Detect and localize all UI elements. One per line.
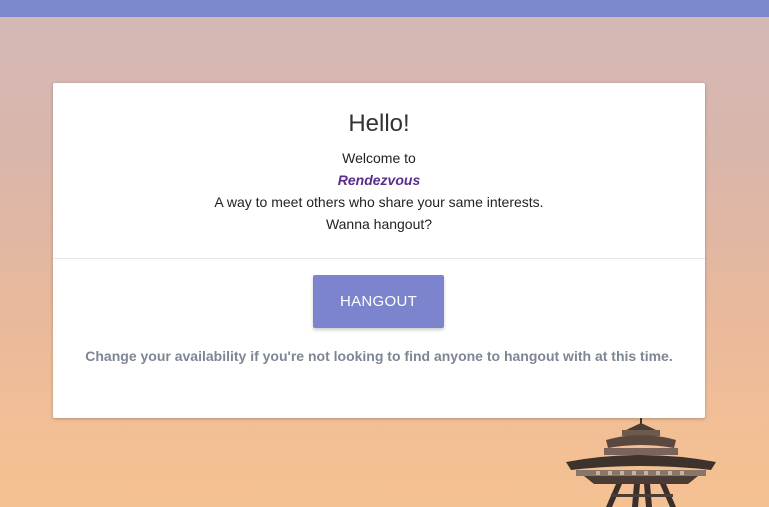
hangout-button[interactable]: HANGOUT (313, 275, 444, 328)
welcome-header: Hello! Welcome to Rendezvous A way to me… (53, 83, 705, 259)
space-needle-icon (566, 418, 716, 507)
tagline-text: A way to meet others who share your same… (214, 194, 544, 210)
page-title: Hello! (348, 110, 410, 137)
welcome-text: Welcome to (342, 150, 416, 166)
top-bar (0, 0, 769, 17)
availability-note: Change your availability if you're not l… (85, 348, 673, 364)
welcome-card: Hello! Welcome to Rendezvous A way to me… (53, 83, 705, 418)
brand-name: Rendezvous (337, 172, 421, 188)
question-text: Wanna hangout? (325, 216, 433, 232)
